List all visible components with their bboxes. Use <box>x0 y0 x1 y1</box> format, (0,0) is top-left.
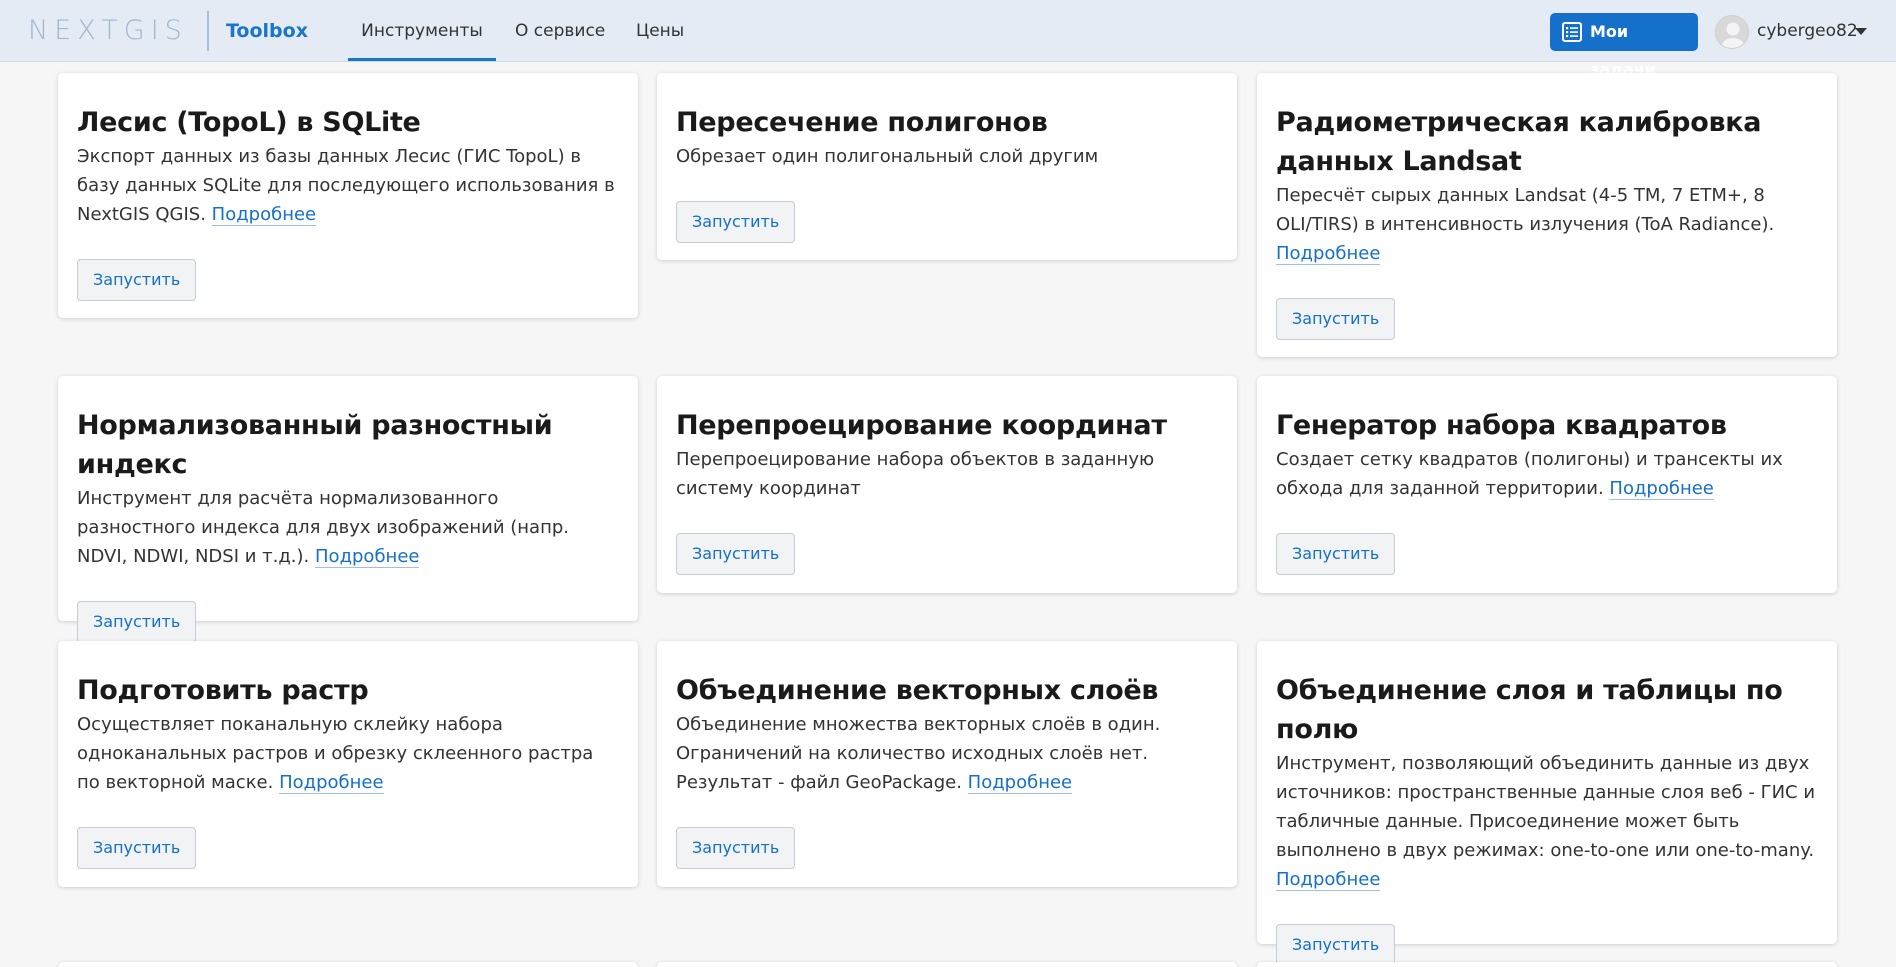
card-description: Обрезает один полигональный слой другим <box>676 146 1099 167</box>
card-title: Генератор набора квадратов <box>1276 410 1727 441</box>
tool-card: Генератор набора квадратов Создает сетку… <box>1257 376 1837 593</box>
top-header: NEXTGIS Toolbox Инструменты О сервисе Це… <box>0 0 1896 79</box>
run-button[interactable]: Запустить <box>77 827 197 869</box>
card-description: Создает сетку квадратов (полигоны) и тра… <box>1276 449 1783 500</box>
card-title: Нормализованный разностный индекс <box>77 410 553 480</box>
tool-card: Объединение слоя и таблицы по полю Инстр… <box>1257 641 1837 966</box>
card-description: Осуществляет поканальную склейку набора … <box>77 714 594 794</box>
run-button[interactable]: Запустить <box>1276 298 1396 340</box>
card-title: Радиометрическая калибровка данных Lands… <box>1276 107 1762 177</box>
avatar-icon <box>1721 22 1745 48</box>
card-description: Объединение множества векторных слоёв в … <box>676 714 1161 794</box>
more-link[interactable]: Подробнее <box>315 546 420 568</box>
more-link[interactable]: Подробнее <box>211 204 317 226</box>
tool-card: Пересечение полигонов Обрезает один поли… <box>657 73 1237 260</box>
tool-card: Перепроецирование координат Перепроециро… <box>657 376 1237 593</box>
task-list-icon <box>1562 22 1582 42</box>
tool-card: Подготовить растр Осуществляет поканальн… <box>58 641 638 887</box>
more-link[interactable]: Подробнее <box>1609 478 1714 500</box>
run-button[interactable]: Запустить <box>1276 533 1396 575</box>
card-title: Перепроецирование координат <box>676 410 1167 441</box>
run-button[interactable]: Запустить <box>676 533 796 575</box>
product-name[interactable]: Toolbox <box>226 18 308 44</box>
card-description: Инструмент для расчёта нормализованного … <box>77 488 570 568</box>
run-button[interactable]: Запустить <box>77 259 197 301</box>
card-title: Пересечение полигонов <box>676 107 1048 138</box>
nextgis-logo[interactable]: NEXTGIS <box>28 16 188 46</box>
tool-card-partial <box>1257 962 1837 967</box>
card-title: Объединение векторных слоёв <box>676 675 1159 706</box>
tool-card: Объединение векторных слоёв Объединение … <box>657 641 1237 887</box>
more-link[interactable]: Подробнее <box>1276 869 1381 891</box>
nav-tab-about[interactable]: О сервисе <box>515 0 605 61</box>
card-description: Экспорт данных из базы данных Лесис (ГИС… <box>77 146 615 226</box>
my-tasks-button[interactable]: Мои задачи <box>1550 13 1698 79</box>
card-description: Инструмент, позволяющий объединить данны… <box>1276 753 1816 891</box>
nav-tab-prices[interactable]: Цены <box>636 0 684 61</box>
tool-card-partial <box>58 962 638 967</box>
tool-card: Радиометрическая калибровка данных Lands… <box>1257 73 1837 357</box>
more-link[interactable]: Подробнее <box>279 772 384 794</box>
run-button[interactable]: Запустить <box>77 601 197 643</box>
tool-card-partial <box>657 962 1237 967</box>
more-link[interactable]: Подробнее <box>967 772 1073 794</box>
card-title: Лесис (TopoL) в SQLite <box>77 107 421 138</box>
run-button[interactable]: Запустить <box>1276 924 1396 966</box>
card-title: Подготовить растр <box>77 675 369 706</box>
logo-divider <box>207 11 209 51</box>
tool-card: Нормализованный разностный индекс Инстру… <box>58 376 638 643</box>
run-button[interactable]: Запустить <box>676 201 796 243</box>
user-menu-caret-icon[interactable] <box>1855 28 1867 35</box>
card-title: Объединение слоя и таблицы по полю <box>1276 675 1783 745</box>
more-link[interactable]: Подробнее <box>1276 243 1381 265</box>
nav-tab-tools[interactable]: Инструменты <box>348 0 496 61</box>
username[interactable]: cybergeo82 <box>1757 20 1858 42</box>
run-button[interactable]: Запустить <box>676 827 796 869</box>
my-tasks-label: Мои задачи <box>1590 22 1657 79</box>
tool-card: Лесис (TopoL) в SQLite Экспорт данных из… <box>58 73 638 318</box>
card-description: Пересчёт сырых данных Landsat (4-5 TM, 7… <box>1276 185 1775 265</box>
card-description: Перепроецирование набора объектов в зада… <box>676 449 1155 499</box>
user-avatar[interactable] <box>1715 15 1749 49</box>
